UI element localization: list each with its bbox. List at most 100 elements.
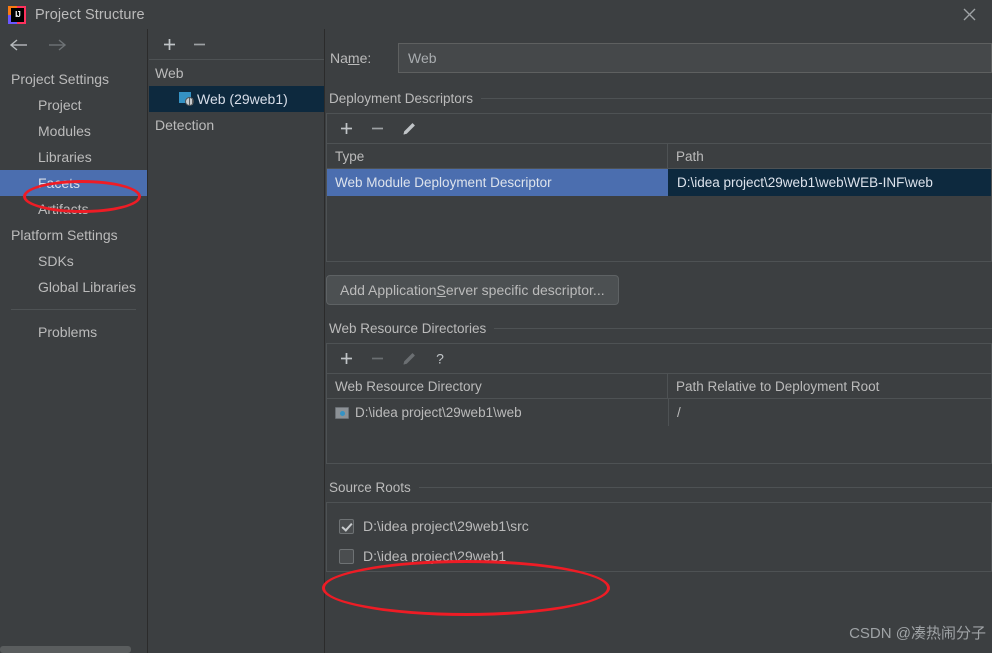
web-resources-toolbar: ? (327, 344, 991, 374)
button-label-pre: Add Application (340, 282, 437, 298)
add-server-descriptor-row: Add Application Server specific descript… (326, 275, 992, 305)
sidebar-label: Artifacts (38, 201, 89, 217)
web-resource-help-button[interactable]: ? (431, 350, 448, 367)
name-label: Name: (326, 50, 398, 66)
facets-panel: Web Web (29web1) Detection (149, 29, 325, 653)
name-row: Name: (326, 41, 992, 75)
source-root-label: D:\idea project\29web1 (363, 548, 507, 564)
button-label-mnemonic: S (436, 282, 446, 298)
cell-text: D:\idea project\29web1\web (355, 405, 522, 420)
deployment-table-header: Type Path (327, 144, 991, 169)
tree-node-label: Web (29web1) (197, 91, 288, 107)
pencil-icon (403, 352, 415, 364)
scrollbar-thumb[interactable] (0, 646, 131, 653)
remove-facet-button[interactable] (191, 36, 208, 53)
web-resources-table-header: Web Resource Directory Path Relative to … (327, 374, 991, 399)
settings-sidebar: Project Settings Project Modules Librari… (0, 29, 148, 653)
close-icon (963, 8, 975, 21)
sidebar-item-problems[interactable]: Problems (0, 319, 147, 345)
project-structure-dialog: IJ Project Structure Project Settings Pr… (0, 0, 992, 653)
deployment-descriptors-header: Deployment Descriptors (326, 91, 992, 106)
web-resource-directories-section: Web Resource Directories ? Web Resource … (326, 321, 992, 464)
window-title: Project Structure (35, 6, 145, 23)
source-root-checkbox[interactable] (339, 548, 354, 564)
csdn-watermark: CSDN @凑热闹分子 (849, 625, 986, 642)
cell-path: D:\idea project\29web1\web\WEB-INF\web (668, 169, 991, 196)
section-title: Deployment Descriptors (329, 91, 474, 106)
close-button[interactable] (946, 0, 992, 29)
arrow-left-icon (9, 38, 27, 51)
add-facet-button[interactable] (161, 36, 178, 53)
add-web-resource-button[interactable] (338, 350, 355, 367)
plus-icon (341, 353, 352, 364)
cell-type: Web Module Deployment Descriptor (327, 169, 668, 196)
facets-tree: Web Web (29web1) Detection (149, 60, 324, 138)
source-root-item-src[interactable]: D:\idea project\29web1\src (327, 511, 991, 541)
arrow-right-icon (49, 38, 67, 51)
directory-icon (335, 406, 349, 419)
sidebar-horizontal-scrollbar[interactable] (0, 644, 147, 653)
sidebar-item-libraries[interactable]: Libraries (0, 144, 147, 170)
sidebar-item-modules[interactable]: Modules (0, 118, 147, 144)
source-root-checkbox[interactable] (339, 518, 354, 534)
web-resource-directories-table: ? Web Resource Directory Path Relative t… (326, 343, 992, 464)
column-header-path-relative[interactable]: Path Relative to Deployment Root (668, 374, 991, 398)
plus-icon (164, 38, 175, 50)
sidebar-item-artifacts[interactable]: Artifacts (0, 196, 147, 222)
sidebar-label: Platform Settings (11, 227, 118, 243)
deployment-table-body: Web Module Deployment Descriptor D:\idea… (327, 169, 991, 261)
source-root-item-root[interactable]: D:\idea project\29web1 (327, 541, 991, 571)
forward-button[interactable] (46, 38, 68, 52)
deployment-toolbar (327, 114, 991, 144)
question-icon: ? (436, 351, 444, 366)
remove-web-resource-button[interactable] (369, 350, 386, 367)
table-row[interactable]: D:\idea project\29web1\web / (327, 399, 991, 426)
sidebar-group-project-settings: Project Settings (0, 66, 147, 92)
edit-web-resource-button[interactable] (400, 350, 417, 367)
tree-node-label: Web (155, 65, 184, 81)
section-rule (418, 487, 992, 488)
sidebar-label: Libraries (38, 149, 92, 165)
web-resource-directories-header: Web Resource Directories (326, 321, 992, 336)
back-button[interactable] (8, 38, 30, 52)
remove-descriptor-button[interactable] (369, 120, 386, 137)
table-row[interactable]: Web Module Deployment Descriptor D:\idea… (327, 169, 991, 196)
minus-icon (194, 43, 205, 45)
sidebar-divider (11, 309, 136, 310)
tree-node-web[interactable]: Web (149, 60, 324, 86)
add-application-server-descriptor-button[interactable]: Add Application Server specific descript… (326, 275, 619, 305)
sidebar-list: Project Settings Project Modules Librari… (0, 60, 147, 345)
column-header-web-resource-directory[interactable]: Web Resource Directory (327, 374, 668, 398)
source-roots-list: D:\idea project\29web1\src D:\idea proje… (326, 502, 992, 572)
sidebar-label: Project (38, 97, 82, 113)
sidebar-item-project[interactable]: Project (0, 92, 147, 118)
sidebar-item-sdks[interactable]: SDKs (0, 248, 147, 274)
name-input[interactable] (398, 43, 992, 73)
name-label-pre: Na (330, 50, 348, 66)
edit-descriptor-button[interactable] (400, 120, 417, 137)
tree-node-detection[interactable]: Detection (149, 112, 324, 138)
tree-node-web-29web1[interactable]: Web (29web1) (149, 86, 324, 112)
minus-icon (372, 357, 383, 360)
sidebar-item-facets[interactable]: Facets (0, 170, 147, 196)
sidebar-item-global-libraries[interactable]: Global Libraries (0, 274, 147, 300)
svg-text:?: ? (436, 351, 444, 366)
name-label-post: e: (359, 50, 372, 66)
table-empty-space (327, 196, 991, 261)
web-resources-table-body: D:\idea project\29web1\web / (327, 399, 991, 463)
sidebar-label: SDKs (38, 253, 74, 269)
name-label-mnemonic: m (347, 50, 360, 66)
source-roots-header: Source Roots (326, 480, 992, 495)
section-rule (481, 98, 992, 99)
source-root-label: D:\idea project\29web1\src (363, 518, 529, 534)
navigation-arrows (0, 29, 147, 60)
column-header-type[interactable]: Type (327, 144, 668, 168)
column-header-path[interactable]: Path (668, 144, 991, 168)
intellij-idea-logo-icon: IJ (8, 5, 26, 24)
section-title: Source Roots (329, 480, 411, 495)
facets-toolbar (149, 29, 324, 60)
facet-detail-panel: Name: Deployment Descriptors (326, 29, 992, 653)
add-descriptor-button[interactable] (338, 120, 355, 137)
plus-icon (341, 123, 352, 134)
sidebar-label: Facets (38, 175, 81, 191)
